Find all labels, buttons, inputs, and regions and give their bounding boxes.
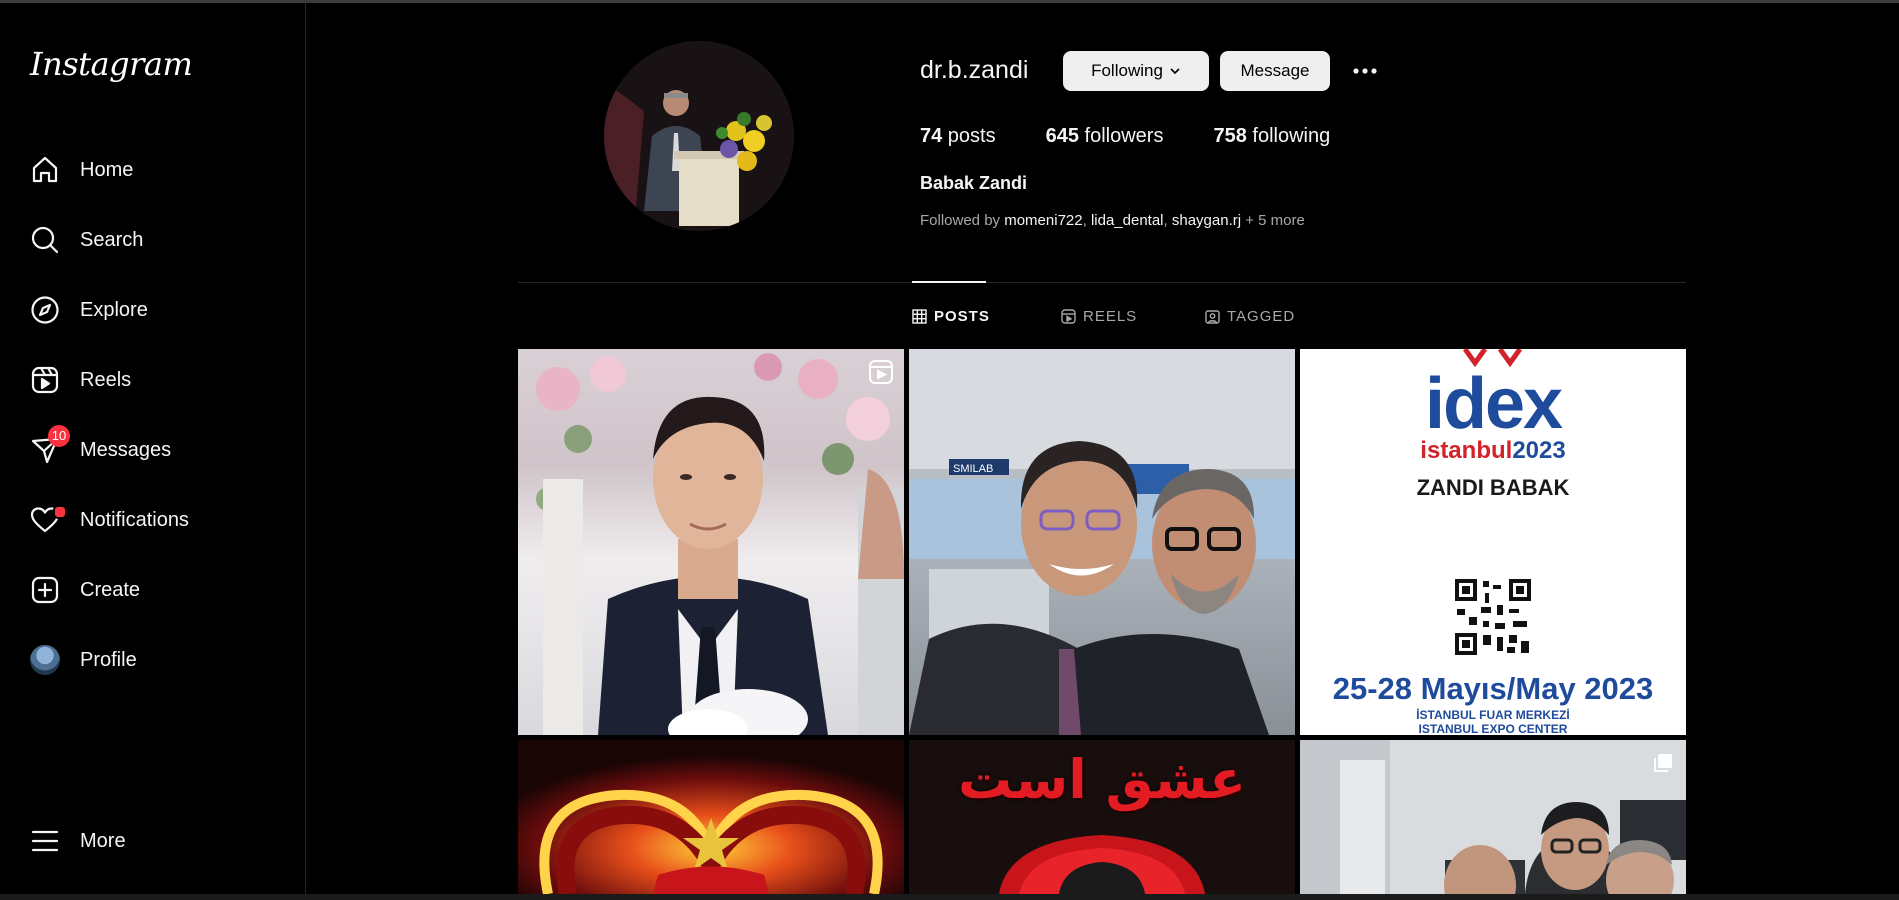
post-tile[interactable]: idex istanbul2023 ZANDI BABAK 25-28 Mayı… — [1300, 349, 1686, 735]
following-label: following — [1246, 125, 1331, 147]
tab-tagged[interactable]: TAGGED — [1205, 305, 1295, 327]
active-tab-indicator — [912, 281, 986, 283]
home-icon — [30, 155, 60, 185]
poster-venue: İSTANBUL FUAR MERKEZİ ISTANBUL EXPO CENTE… — [1300, 708, 1686, 735]
followed-by-account[interactable]: shaygan.rj — [1172, 212, 1241, 229]
followers-link[interactable]: 645 followers — [1046, 125, 1164, 148]
sidebar-item-label: Create — [80, 578, 141, 601]
sidebar-item-reels[interactable]: Reels — [30, 360, 131, 400]
reels-icon — [30, 365, 60, 395]
tab-label: REELS — [1083, 307, 1138, 325]
followers-count: 645 — [1045, 125, 1079, 147]
sidebar-item-search[interactable]: Search — [30, 220, 143, 260]
multiple-posts-icon — [1654, 754, 1672, 772]
sidebar-item-label: Reels — [80, 368, 132, 391]
sidebar-item-label: More — [80, 829, 126, 852]
profile-picture[interactable] — [604, 41, 794, 231]
profile-username: dr.b.zandi — [920, 56, 1029, 84]
poster-name: ZANDI BABAK — [1416, 475, 1570, 500]
message-button[interactable]: Message — [1220, 51, 1330, 91]
followers-label: followers — [1078, 125, 1164, 147]
followed-by-account[interactable]: momeni722 — [1004, 212, 1082, 229]
poster-brand: idex — [1424, 364, 1563, 444]
post-tile[interactable] — [1300, 740, 1686, 894]
notification-dot — [53, 505, 67, 519]
following-button[interactable]: Following — [1063, 51, 1209, 91]
poster-city-name: istanbul — [1420, 437, 1513, 464]
message-button-label: Message — [1240, 61, 1310, 80]
messages-badge: 10 — [48, 425, 70, 447]
post-tile[interactable]: SMILAB — [909, 349, 1295, 735]
sidebar-item-create[interactable]: Create — [30, 570, 140, 610]
grid-icon — [912, 308, 927, 324]
followed-by-prefix: Followed by — [920, 212, 1005, 229]
post-tile[interactable] — [518, 740, 904, 894]
avatar — [30, 645, 60, 675]
window-bottom-border — [0, 894, 1899, 900]
reels-small-icon — [1061, 308, 1076, 324]
posts-label: posts — [942, 125, 996, 147]
reel-icon — [869, 360, 893, 384]
svg-text:SMILAB: SMILAB — [953, 463, 993, 475]
search-icon — [30, 225, 60, 255]
following-count: 758 — [1213, 125, 1247, 147]
poster-venue-tr: İSTANBUL FUAR MERKEZİ — [1416, 708, 1570, 722]
options-icon[interactable] — [1350, 57, 1380, 85]
sidebar-item-more[interactable]: More — [30, 821, 126, 861]
tab-posts[interactable]: POSTS — [912, 305, 990, 327]
poster-venue-en: ISTANBUL EXPO CENTER — [1418, 722, 1568, 735]
posts-stat: 74 posts — [920, 125, 996, 148]
following-link[interactable]: 758 following — [1213, 125, 1330, 148]
tabs-divider — [518, 282, 1686, 283]
sidebar-item-notifications[interactable]: Notifications — [30, 500, 189, 540]
chevron-down-icon — [1170, 68, 1180, 75]
following-button-label: Following — [1091, 61, 1163, 80]
sidebar: Instagram Home Search Explore Reels 10 M… — [0, 3, 306, 894]
sidebar-item-label: Notifications — [80, 508, 189, 531]
tab-label: POSTS — [934, 307, 990, 325]
post-tile[interactable]: عشق است — [909, 740, 1295, 894]
plus-square-icon — [30, 575, 60, 605]
profile-stats: 74 posts 645 followers 758 following — [920, 125, 1380, 148]
post-tile[interactable] — [518, 349, 904, 735]
hamburger-icon — [30, 826, 60, 856]
poster-year: 2023 — [1512, 437, 1566, 464]
sidebar-item-home[interactable]: Home — [30, 150, 133, 190]
sidebar-item-profile[interactable]: Profile — [30, 640, 137, 680]
followed-by-account[interactable]: lida_dental — [1091, 212, 1164, 229]
followed-by-text[interactable]: Followed by momeni722, lida_dental, shay… — [920, 212, 1305, 229]
post-arabic-text: عشق است — [957, 748, 1247, 811]
tab-reels[interactable]: REELS — [1061, 305, 1137, 327]
posts-count: 74 — [920, 125, 943, 147]
sidebar-item-label: Profile — [80, 648, 137, 671]
sidebar-item-messages[interactable]: 10 Messages — [30, 425, 172, 470]
sidebar-item-explore[interactable]: Explore — [30, 290, 148, 330]
tagged-icon — [1205, 309, 1220, 324]
profile-full-name: Babak Zandi — [920, 173, 1028, 193]
messenger-icon: 10 — [30, 425, 70, 465]
poster-city: istanbul2023 — [1300, 437, 1686, 465]
instagram-logo[interactable]: Instagram — [30, 45, 193, 83]
sidebar-item-label: Home — [80, 158, 134, 181]
compass-icon — [30, 295, 60, 325]
followed-by-suffix: + 5 more — [1241, 212, 1305, 229]
sidebar-item-label: Explore — [80, 298, 148, 321]
sidebar-item-label: Search — [80, 228, 144, 251]
sidebar-item-label: Messages — [80, 438, 172, 461]
qr-code-icon — [1453, 577, 1533, 657]
poster-dates: 25-28 Mayıs/May 2023 — [1332, 671, 1654, 706]
heart-icon — [30, 505, 67, 535]
tab-label: TAGGED — [1227, 307, 1296, 325]
